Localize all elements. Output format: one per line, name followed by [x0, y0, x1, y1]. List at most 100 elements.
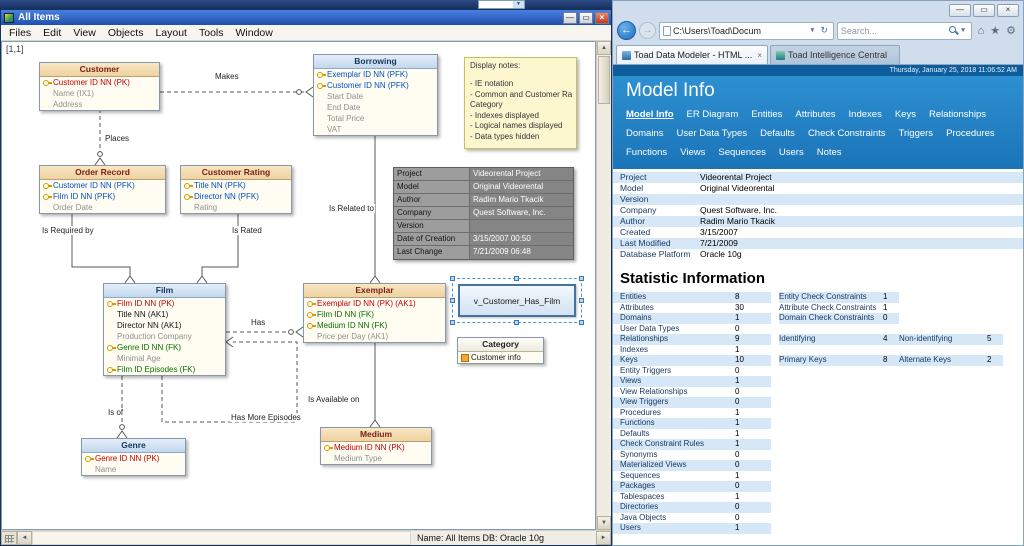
maximize-button[interactable]: ▭	[579, 12, 593, 24]
diagram-canvas[interactable]: [1,1] Customer Cust	[1, 41, 596, 530]
entity-exemplar[interactable]: Exemplar Exemplar ID NN (PK) (AK1)Film I…	[303, 283, 446, 343]
entity-attributes: Genre ID NN (PK)Name	[82, 453, 185, 475]
selection-handle[interactable]	[579, 298, 584, 303]
entity-customer-rating[interactable]: Customer Rating Title NN (PFK)Director N…	[180, 165, 292, 214]
browser-maximize-button[interactable]: ▭	[973, 4, 995, 17]
entity-genre[interactable]: Genre Genre ID NN (PK)Name	[81, 438, 186, 476]
nav-link[interactable]: Entities	[751, 109, 782, 120]
menu-item[interactable]: View	[67, 25, 102, 41]
nav-link[interactable]: Model Info	[626, 109, 674, 120]
favorites-star-icon[interactable]: ★	[990, 22, 1000, 40]
minimize-icon: —	[956, 5, 964, 14]
grid-button[interactable]	[1, 531, 17, 545]
tools-gear-icon[interactable]: ⚙	[1006, 22, 1016, 40]
selection-handle[interactable]	[514, 276, 519, 281]
relationship-label-has[interactable]: Has	[250, 318, 266, 327]
scroll-down-icon[interactable]: ▼	[597, 516, 611, 530]
nav-link[interactable]: ER Diagram	[687, 109, 739, 120]
browser-titlebar[interactable]: — ▭ ×	[613, 1, 1023, 18]
vertical-scrollbar[interactable]: ▲ ▼	[596, 41, 611, 530]
search-box[interactable]: ▼	[837, 22, 972, 40]
scroll-right-icon[interactable]: ►	[596, 531, 611, 545]
stat-value-3	[987, 513, 1003, 524]
search-icon[interactable]	[948, 25, 959, 36]
stat-value: 0	[735, 450, 771, 461]
relationship-label-is-related-to[interactable]: Is Related to	[328, 204, 375, 213]
scroll-up-icon[interactable]: ▲	[597, 41, 611, 55]
nav-link[interactable]: Defaults	[760, 128, 795, 139]
entity-order-record[interactable]: Order Record Customer ID NN (PFK)Film ID…	[39, 165, 166, 214]
relationship-label-is-required-by[interactable]: Is Required by	[41, 226, 95, 235]
menu-item[interactable]: Objects	[102, 25, 150, 41]
entity-medium[interactable]: Medium Medium ID NN (PK)Medium Type	[320, 427, 432, 465]
browser-minimize-button[interactable]: —	[949, 4, 971, 17]
search-input[interactable]	[841, 26, 948, 36]
view-title[interactable]: v_Customer_Has_Film	[458, 284, 576, 317]
selection-handle[interactable]	[450, 320, 455, 325]
relationship-label-is-of[interactable]: Is of	[107, 408, 124, 417]
menu-item[interactable]: Files	[3, 25, 37, 41]
nav-link[interactable]: Keys	[895, 109, 916, 120]
selection-handle[interactable]	[450, 276, 455, 281]
tab-close-icon[interactable]: ×	[757, 51, 762, 60]
zoom-dropdown[interactable]: ▼	[478, 0, 525, 9]
nav-link[interactable]: Notes	[817, 147, 842, 158]
detail-label: Company	[613, 205, 700, 216]
chevron-down-icon[interactable]: ▼	[513, 1, 524, 8]
nav-link[interactable]: Indexes	[849, 109, 882, 120]
tab-toad-intelligence-central[interactable]: Toad Intelligence Central	[770, 45, 900, 64]
selection-handle[interactable]	[514, 320, 519, 325]
refresh-icon[interactable]: ↻	[819, 25, 830, 36]
entity-customer[interactable]: Customer Customer ID NN (PK)Name (IX1)Ad…	[39, 62, 160, 111]
relationship-label-is-available-on[interactable]: Is Available on	[307, 395, 360, 404]
menu-item[interactable]: Window	[230, 25, 279, 41]
entity-film[interactable]: Film Film ID NN (PK)Title NN (AK1)Direct…	[103, 283, 226, 376]
entity-borrowing[interactable]: Borrowing Exemplar ID NN (PFK)Customer I…	[313, 54, 438, 136]
nav-link[interactable]: Users	[779, 147, 804, 158]
nav-link[interactable]: Views	[680, 147, 705, 158]
selection-handle[interactable]	[450, 298, 455, 303]
search-dropdown-icon[interactable]: ▼	[959, 27, 968, 34]
address-input[interactable]	[673, 26, 806, 36]
model-info-table[interactable]: Project Videorental Project Model Origin…	[393, 167, 574, 260]
relationship-label-makes[interactable]: Makes	[214, 72, 240, 81]
zoom-dropdown-field[interactable]	[479, 1, 513, 8]
entity-attributes: Title NN (PFK)Director NN (PFK)Rating	[181, 180, 291, 213]
scrollbar-thumb[interactable]	[598, 56, 610, 104]
horizontal-scrollbar[interactable]	[32, 531, 411, 545]
menu-item[interactable]: Edit	[37, 25, 67, 41]
nav-link[interactable]: Relationships	[929, 109, 986, 120]
relationship-label-has-more-episodes[interactable]: Has More Episodes	[230, 413, 302, 422]
nav-link[interactable]: Domains	[626, 128, 664, 139]
display-note[interactable]: Display notes: - IE notation- Common and…	[464, 57, 577, 149]
address-bar[interactable]: ▼ ↻	[659, 22, 834, 40]
minimize-button[interactable]: —	[563, 12, 577, 24]
stat-label-3	[899, 303, 987, 314]
nav-link[interactable]: Check Constraints	[808, 128, 886, 139]
nav-link[interactable]: Triggers	[899, 128, 934, 139]
browser-close-button[interactable]: ×	[997, 4, 1019, 17]
selection-handle[interactable]	[579, 320, 584, 325]
tab-toad-data-modeler-html[interactable]: Toad Data Modeler - HTML ... ×	[616, 45, 768, 64]
nav-link[interactable]: Sequences	[718, 147, 766, 158]
scroll-left-icon[interactable]: ◄	[17, 531, 32, 545]
attr-key-icon	[306, 332, 317, 341]
designer-titlebar[interactable]: All Items — ▭ ×	[1, 10, 611, 25]
relationship-label-is-rated[interactable]: Is Rated	[231, 226, 263, 235]
back-button[interactable]: ←	[617, 21, 636, 40]
address-dropdown-icon[interactable]: ▼	[808, 27, 817, 34]
close-button[interactable]: ×	[595, 12, 609, 24]
nav-link[interactable]: Procedures	[946, 128, 995, 139]
menu-item[interactable]: Tools	[193, 25, 230, 41]
selection-handle[interactable]	[579, 276, 584, 281]
home-icon[interactable]: ⌂	[978, 22, 985, 40]
forward-button[interactable]: →	[639, 22, 656, 39]
view-v-customer-has-film[interactable]: v_Customer_Has_Film	[452, 278, 582, 323]
nav-link[interactable]: User Data Types	[677, 128, 748, 139]
entity-category[interactable]: Category Customer info	[457, 337, 544, 364]
nav-link[interactable]: Functions	[626, 147, 667, 158]
category-icon	[460, 353, 471, 362]
menu-item[interactable]: Layout	[149, 25, 193, 41]
nav-link[interactable]: Attributes	[795, 109, 835, 120]
relationship-label-places[interactable]: Places	[104, 134, 130, 143]
